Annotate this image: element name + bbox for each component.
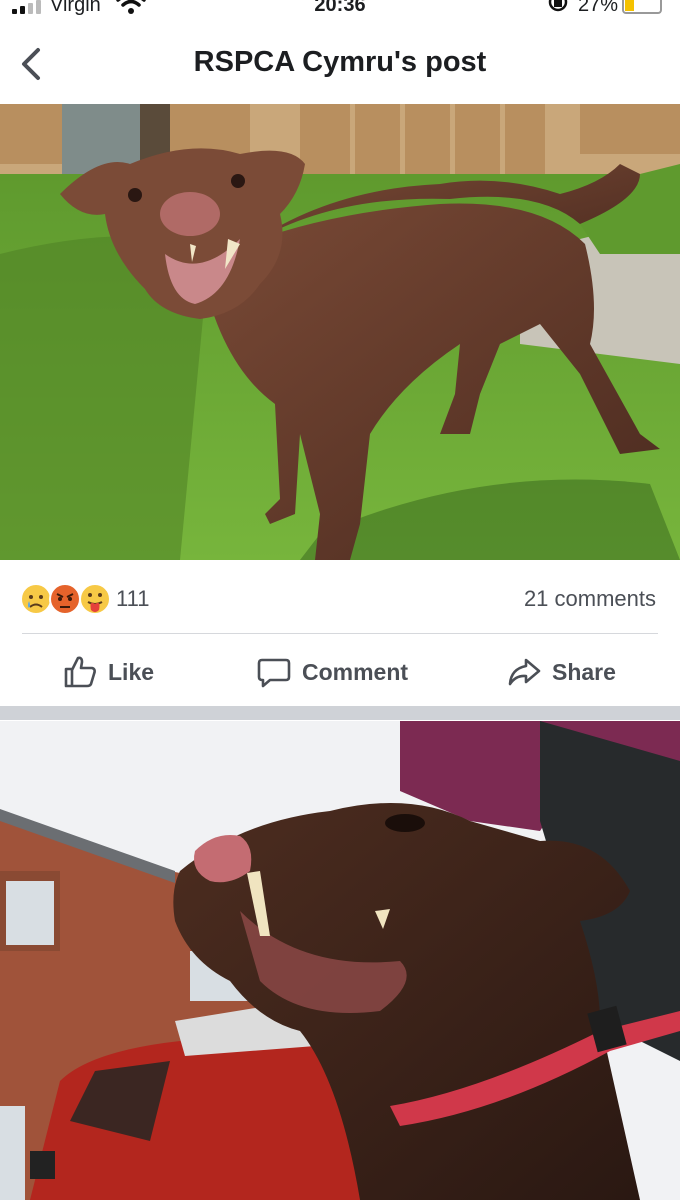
like-button[interactable]: Like bbox=[62, 650, 154, 694]
feed-separator bbox=[0, 706, 680, 720]
share-button[interactable]: Share bbox=[506, 650, 616, 694]
comment-label: Comment bbox=[302, 658, 409, 685]
post-photo-dog-closeup[interactable] bbox=[0, 721, 680, 1200]
post-action-bar: Like Comment Share bbox=[0, 640, 680, 704]
reaction-emojis[interactable] bbox=[20, 582, 114, 616]
thumbs-up-icon bbox=[64, 656, 96, 688]
page-title: RSPCA Cymru's post bbox=[193, 46, 487, 78]
angry-reaction-icon bbox=[49, 583, 81, 615]
rotation-lock-icon bbox=[548, 0, 568, 12]
share-icon bbox=[508, 658, 541, 686]
reaction-count[interactable]: 111 bbox=[116, 586, 149, 612]
sad-reaction-icon bbox=[20, 583, 52, 615]
care-reaction-icon bbox=[79, 583, 111, 615]
like-label: Like bbox=[108, 658, 155, 685]
post-photo-dog-on-grass[interactable] bbox=[0, 104, 680, 560]
comment-icon bbox=[257, 658, 291, 688]
reactions-row[interactable]: 111 21 comments bbox=[0, 578, 680, 620]
battery-percent: 27% bbox=[578, 0, 619, 16]
comment-button[interactable]: Comment bbox=[256, 650, 408, 694]
status-bar: Virgin 20:36 27% bbox=[0, 0, 680, 18]
divider bbox=[22, 633, 658, 634]
comments-count[interactable]: 21 comments bbox=[524, 586, 656, 612]
battery-icon bbox=[622, 0, 662, 14]
post-header: RSPCA Cymru's post bbox=[0, 30, 680, 100]
share-label: Share bbox=[552, 658, 616, 685]
